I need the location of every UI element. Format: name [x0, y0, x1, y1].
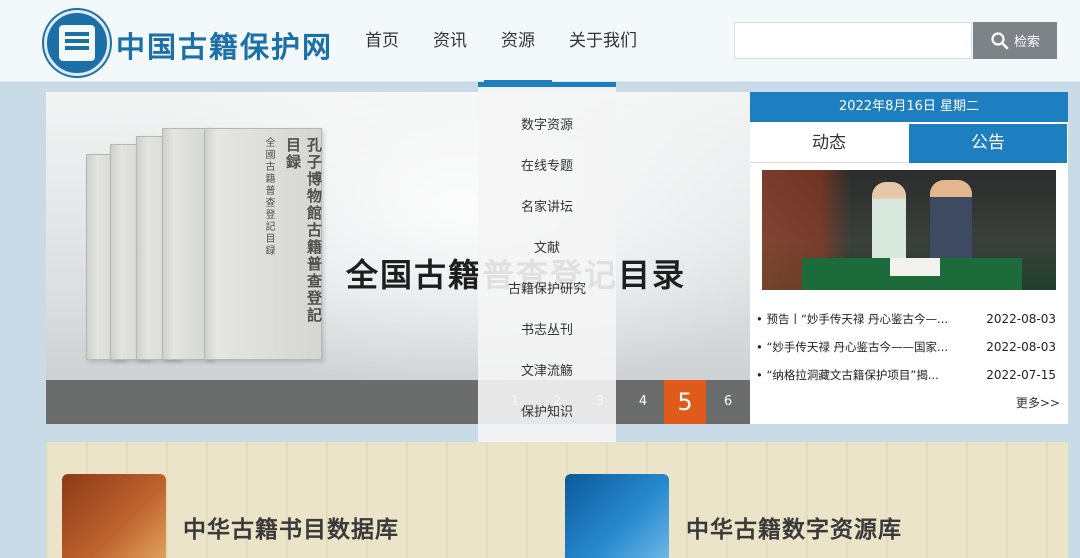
news-panel: 2022年8月16日 星期二 动态 公告 • 预告丨“妙手传天禄 丹心鉴古今—.… [750, 92, 1068, 424]
more-news-link[interactable]: 更多>> [1016, 394, 1060, 411]
book-title-main: 孔子博物館古籍普查登記目録 [284, 137, 323, 324]
menu-item-preservation-research[interactable]: 古籍保护研究 [478, 278, 616, 297]
site-header: 中国古籍保护网 首页 资讯 资源 关于我们 检索 [0, 0, 1080, 85]
photo-person-1 [872, 182, 906, 264]
book-seal-icon [59, 25, 95, 61]
news-item-date: 2022-08-03 [986, 312, 1056, 326]
current-date: 2022年8月16日 星期二 [750, 92, 1068, 122]
digital-resource-database-link[interactable]: 中华古籍数字资源库 [686, 510, 902, 544]
news-item-date: 2022-07-15 [986, 368, 1056, 382]
news-item[interactable]: • “纳格拉洞藏文古籍保护项目”揭... 2022-07-15 [756, 366, 1056, 394]
tab-announcements[interactable]: 公告 [909, 124, 1067, 163]
hero-banner[interactable]: 孔子博物館古籍普查登記目録 全國古籍普查登記目録 全国古籍普查登记目录 1 2 … [46, 92, 750, 424]
news-item[interactable]: • 预告丨“妙手传天禄 丹心鉴古今—... 2022-08-03 [756, 310, 1056, 338]
banner-page-4[interactable]: 4 [622, 380, 664, 424]
bibliography-database-thumbnail[interactable] [62, 474, 166, 558]
site-title[interactable]: 中国古籍保护网 [116, 24, 333, 66]
menu-item-preservation-knowledge[interactable]: 保护知识 [478, 401, 616, 420]
photo-box [890, 258, 940, 276]
menu-item-literature[interactable]: 文献 [478, 237, 616, 256]
menu-item-bibliography-series[interactable]: 书志丛刊 [478, 319, 616, 338]
book-image-5: 孔子博物館古籍普查登記目録 全國古籍普查登記目録 [204, 128, 323, 360]
nav-item-resources[interactable]: 资源 [484, 0, 552, 85]
main-nav: 首页 资讯 资源 关于我们 [348, 0, 654, 85]
menu-item-online-topics[interactable]: 在线专题 [478, 155, 616, 174]
database-section: 中华古籍书目数据库 中华古籍数字资源库 [46, 442, 1068, 558]
news-featured-photo[interactable] [762, 170, 1056, 290]
news-item-date: 2022-08-03 [986, 340, 1056, 354]
menu-item-wenjin-liushang[interactable]: 文津流觞 [478, 360, 616, 379]
nav-item-news[interactable]: 资讯 [416, 0, 484, 82]
banner-pager: 1 2 3 4 5 6 [46, 380, 750, 424]
nav-item-about[interactable]: 关于我们 [552, 0, 654, 82]
banner-page-6[interactable]: 6 [707, 380, 749, 424]
search-input[interactable] [734, 22, 972, 59]
search-icon [991, 31, 1009, 49]
news-item-title: • “妙手传天禄 丹心鉴古今——国家... [756, 340, 949, 354]
tab-updates[interactable]: 动态 [750, 124, 908, 163]
banner-page-5[interactable]: 5 [664, 380, 706, 424]
news-item[interactable]: • “妙手传天禄 丹心鉴古今——国家... 2022-08-03 [756, 338, 1056, 366]
digital-resource-database-thumbnail[interactable] [565, 474, 669, 558]
resources-dropdown-menu: 数字资源 在线专题 名家讲坛 文献 古籍保护研究 书志丛刊 文津流觞 保护知识 [478, 82, 616, 446]
bibliography-database-link[interactable]: 中华古籍书目数据库 [183, 510, 399, 544]
menu-item-expert-lectures[interactable]: 名家讲坛 [478, 196, 616, 215]
book-title-sub: 全國古籍普查登記目録 [263, 137, 274, 257]
photo-person-2 [930, 180, 972, 264]
menu-item-digital-resources[interactable]: 数字资源 [478, 114, 616, 133]
news-item-title: • 预告丨“妙手传天禄 丹心鉴古今—... [756, 312, 949, 326]
news-item-title: • “纳格拉洞藏文古籍保护项目”揭... [756, 368, 939, 382]
search-button[interactable]: 检索 [973, 22, 1057, 59]
nav-item-home[interactable]: 首页 [348, 0, 416, 82]
search-button-label: 检索 [1013, 35, 1040, 50]
news-list: • 预告丨“妙手传天禄 丹心鉴古今—... 2022-08-03 • “妙手传天… [756, 310, 1056, 394]
site-logo[interactable] [44, 10, 110, 76]
